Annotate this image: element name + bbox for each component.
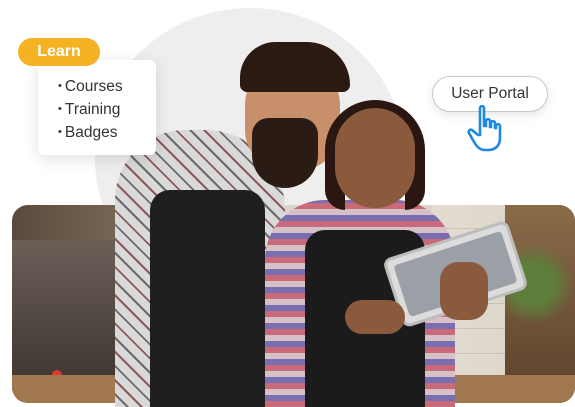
hand-pointer-icon <box>467 104 502 152</box>
learn-badge[interactable]: Learn <box>18 38 100 66</box>
woman-head <box>335 108 415 208</box>
woman-right-hand <box>440 262 488 320</box>
plant <box>505 205 575 403</box>
learn-list: Courses Training Badges <box>58 75 156 144</box>
coffee-machine <box>12 240 130 390</box>
man-beard <box>252 118 318 188</box>
learn-item-training[interactable]: Training <box>58 98 156 121</box>
man-apron <box>150 190 265 407</box>
woman-left-hand <box>345 300 405 334</box>
learn-card: Courses Training Badges <box>38 60 156 155</box>
learn-item-badges[interactable]: Badges <box>58 121 156 144</box>
learn-item-courses[interactable]: Courses <box>58 75 156 98</box>
